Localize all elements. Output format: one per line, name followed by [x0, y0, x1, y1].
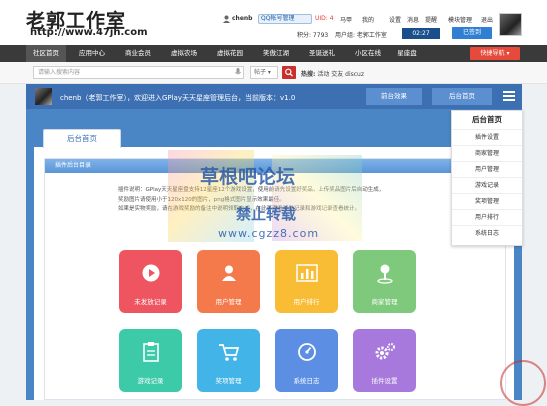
tile-merchant-management[interactable]: 商家管理 — [353, 250, 416, 313]
settings-link[interactable]: 设置 — [389, 15, 401, 24]
dropdown-title[interactable]: 后台首页 — [452, 112, 522, 128]
tile-user-ranking[interactable]: 用户排行 — [275, 250, 338, 313]
admin-home-button[interactable]: 后台首页 — [432, 88, 492, 105]
bar-chart-icon — [275, 262, 338, 284]
dropdown-item-merchant-management[interactable]: 商家管理 — [452, 145, 522, 161]
watermark-seal — [500, 360, 546, 406]
nav-item-xmas[interactable]: 圣诞送礼 — [302, 45, 342, 62]
quick-nav-label: 快捷导航 — [480, 50, 505, 57]
tab-admin-home[interactable]: 后台首页 — [43, 129, 121, 148]
tile-plugin-settings[interactable]: 插件设置 — [353, 329, 416, 392]
gears-icon — [353, 341, 416, 363]
search-type-value: 帖子 — [254, 69, 267, 76]
tile-label: 用户管理 — [215, 298, 242, 306]
user-group-label: 用户组: 老郭工作室 — [335, 32, 387, 39]
tile-label: 商家管理 — [371, 298, 398, 306]
tile-unissued-records[interactable]: 未发放记录 — [119, 250, 182, 313]
dropdown-item-user-ranking[interactable]: 用户排行 — [452, 209, 522, 225]
nav-item-farm[interactable]: 虚拟农场 — [164, 45, 204, 62]
welcome-text: chenb（老郭工作室），欢迎进入GPlay天天星座管理后台，当前版本：v1.0 — [60, 94, 296, 102]
uid-label: UID: 4 — [315, 15, 334, 22]
hot-words[interactable]: 活动 交友 discuz — [317, 71, 364, 78]
microphone-icon[interactable] — [235, 68, 241, 79]
username-link[interactable]: chenb — [232, 15, 252, 22]
nav-item-zodiac[interactable]: 星座盘 — [392, 45, 422, 62]
nav-item-vip[interactable]: 商业会员 — [118, 45, 158, 62]
tile-game-records[interactable]: 游戏记录 — [119, 329, 182, 392]
search-icon — [285, 68, 293, 77]
dropdown-item-plugin-settings[interactable]: 插件设置 — [452, 129, 522, 145]
logout-link[interactable]: 退出 — [481, 15, 493, 24]
watermark-text: 草根吧论坛 — [200, 166, 296, 188]
tile-user-management[interactable]: 用户管理 — [197, 250, 260, 313]
tile-label: 系统日志 — [293, 377, 320, 385]
search-input[interactable]: 请输入搜索内容 — [33, 66, 244, 79]
dropdown-item-game-records[interactable]: 游戏记录 — [452, 177, 522, 193]
user-icon — [222, 15, 231, 25]
clipboard-icon — [119, 341, 182, 363]
search-button[interactable] — [282, 66, 296, 79]
my-link[interactable]: 我的 — [362, 15, 374, 24]
gauge-icon — [275, 341, 338, 363]
majia-link[interactable]: 马甲 — [340, 15, 352, 24]
tile-label: 游戏记录 — [137, 377, 164, 385]
user-icon — [197, 262, 260, 284]
site-url: http://www.47jh.com — [30, 27, 148, 38]
nav-item-community[interactable]: 小区在线 — [348, 45, 388, 62]
search-type-select[interactable]: 帖子 ▾ — [250, 66, 278, 79]
module-manage-link[interactable]: 模块管理 — [448, 15, 472, 24]
nav-item-garden[interactable]: 虚拟花园 — [210, 45, 250, 62]
reminders-link[interactable]: 提醒 — [425, 15, 437, 24]
nav-item-apps[interactable]: 应用中心 — [72, 45, 112, 62]
nav-item-jianghu[interactable]: 笑傲江湖 — [256, 45, 296, 62]
tile-system-log[interactable]: 系统日志 — [275, 329, 338, 392]
frontend-preview-button[interactable]: 前台效果 — [366, 88, 422, 105]
hot-label: 热搜: — [301, 71, 316, 78]
timer-display: 02:27 — [402, 28, 440, 39]
watermark-text: 禁止转载 — [236, 205, 297, 223]
main-nav: 社区首页 应用中心 商业会员 虚拟农场 虚拟花园 笑傲江湖 圣诞送礼 小区在线 … — [0, 45, 547, 62]
signed-in-button[interactable]: 已签到 — [452, 27, 492, 39]
hot-searches: 热搜: 活动 交友 discuz — [301, 69, 364, 78]
dropdown-item-user-management[interactable]: 用户管理 — [452, 161, 522, 177]
hamburger-menu-icon[interactable] — [503, 91, 515, 101]
watermark-url: www.cgzz8.com — [218, 227, 320, 240]
avatar[interactable] — [499, 13, 522, 36]
dropdown-item-system-log[interactable]: 系统日志 — [452, 225, 522, 241]
points-label: 积分: 7793 — [297, 32, 329, 39]
tile-label: 用户排行 — [293, 298, 320, 306]
cart-icon — [197, 341, 260, 363]
welcome-avatar — [35, 88, 52, 105]
dropdown-item-prize-management[interactable]: 奖项管理 — [452, 193, 522, 209]
tile-label: 插件设置 — [371, 377, 398, 385]
nav-item-home[interactable]: 社区首页 — [26, 45, 66, 62]
tile-label: 未发放记录 — [134, 298, 167, 306]
messages-link[interactable]: 消息 — [407, 15, 419, 24]
play-icon — [119, 262, 182, 284]
location-icon — [353, 262, 416, 284]
quick-nav-button[interactable]: 快捷导航 ▾ — [470, 47, 520, 60]
tile-prize-management[interactable]: 奖项管理 — [197, 329, 260, 392]
tile-label: 奖项管理 — [215, 377, 242, 385]
qq-account-button[interactable]: QQ帐号管理 — [258, 14, 312, 24]
